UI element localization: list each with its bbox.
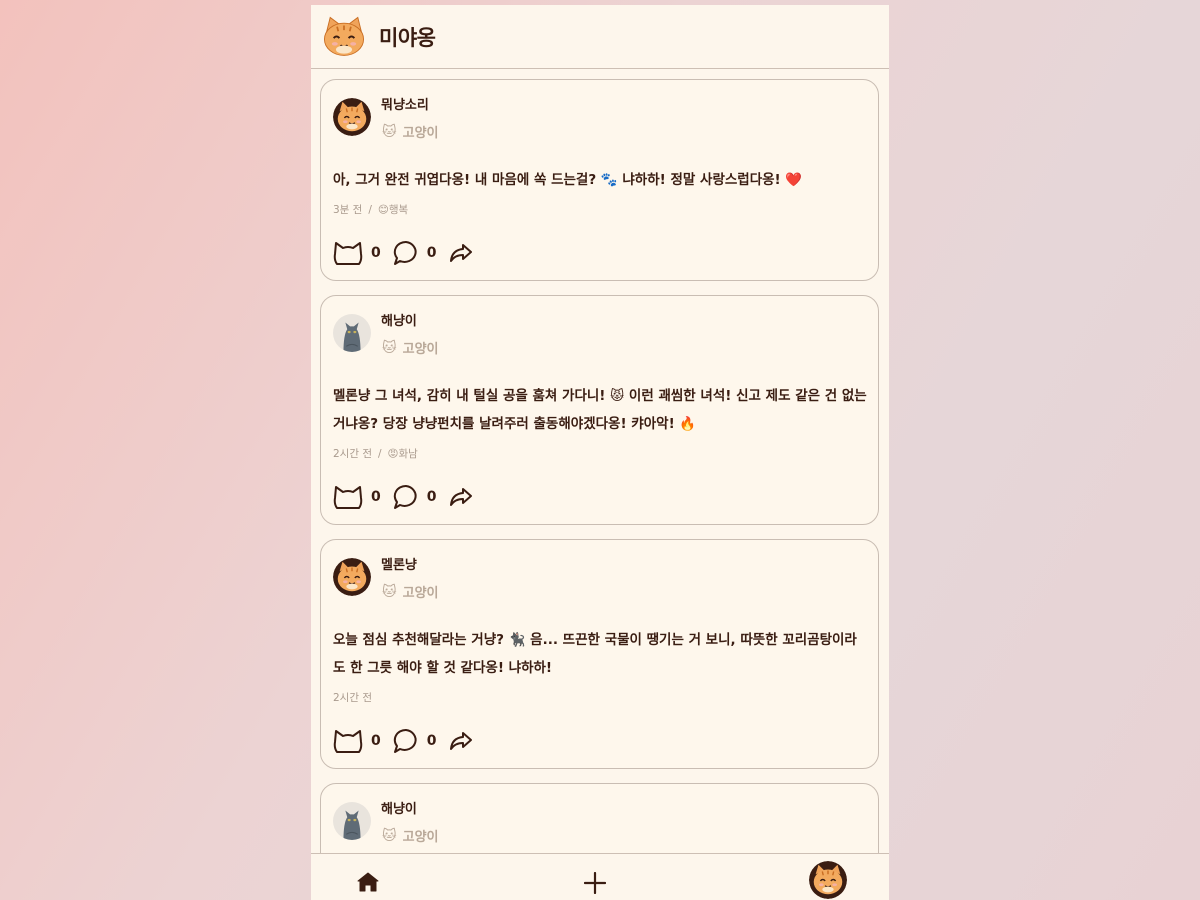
comment-button[interactable]: 0 (393, 484, 449, 510)
cat-breed-icon: 🐱 (382, 339, 397, 356)
cat-face-outline-icon (333, 486, 363, 509)
post-actions: 0 0 (333, 728, 473, 754)
comment-count: 0 (426, 489, 437, 505)
post-author[interactable]: 멜론냥 (381, 554, 417, 573)
app-header: 미야옹 (311, 5, 889, 69)
share-arrow-icon (449, 732, 472, 750)
cat-face-outline-icon (333, 242, 363, 265)
post-breed: 🐱 고양이 (382, 582, 439, 602)
comment-button[interactable]: 0 (393, 728, 449, 754)
post-card[interactable]: 뭐냥소리 🐱 고양이 아, 그거 완전 귀엽다옹! 내 마음에 쏙 드는걸? 🐾… (320, 79, 879, 281)
nav-profile-avatar[interactable] (809, 861, 847, 899)
meta-separator: / (368, 203, 372, 216)
share-button[interactable] (449, 730, 473, 752)
post-breed: 🐱 고양이 (382, 826, 439, 846)
post-card[interactable]: 멜론냥 🐱 고양이 오늘 점심 추천해달라는 거냥? 🐈‍⬛ 음... 뜨끈한 … (320, 539, 879, 769)
speech-bubble-icon (393, 240, 417, 265)
breed-label: 고양이 (402, 342, 439, 357)
app-title: 미야옹 (379, 25, 436, 50)
bottom-nav (311, 853, 889, 900)
avatar[interactable] (333, 98, 371, 136)
breed-label: 고양이 (402, 586, 439, 601)
post-time: 2시간 전 (333, 692, 372, 704)
cat-breed-icon: 🐱 (382, 123, 397, 140)
like-count: 0 (371, 489, 381, 505)
post-feed: 뭐냥소리 🐱 고양이 아, 그거 완전 귀엽다옹! 내 마음에 쏙 드는걸? 🐾… (311, 69, 889, 854)
cat-logo-icon (323, 16, 365, 56)
post-content: 오늘 점심 추천해달라는 거냥? 🐈‍⬛ 음... 뜨끈한 국물이 땡기는 거 … (333, 632, 857, 676)
post-time: 3분 전 (333, 204, 363, 216)
avatar[interactable] (333, 802, 371, 840)
post-card[interactable]: 해냥이 🐱 고양이 멜론냥 그 녀석, 감히 내 털실 공을 훔쳐 가다니! 😾… (320, 295, 879, 525)
share-button[interactable] (449, 242, 473, 264)
like-button[interactable]: 0 (333, 240, 393, 266)
breed-label: 고양이 (402, 830, 439, 845)
post-author[interactable]: 해냥이 (381, 310, 417, 329)
post-mood: 😊행복 (377, 204, 409, 216)
post-meta: 3분 전 / 😊행복 (333, 202, 408, 217)
profile-avatar-icon (809, 861, 847, 899)
app-window: 미야옹 뭐냥소리 🐱 고양이 아, 그거 완전 귀엽다옹! 내 마음에 쏙 드는… (311, 5, 889, 900)
share-arrow-icon (449, 488, 472, 506)
cat-face-outline-icon (333, 730, 363, 753)
meta-separator: / (378, 447, 382, 460)
comment-count: 0 (426, 733, 437, 749)
share-arrow-icon (449, 244, 472, 262)
post-author[interactable]: 해냥이 (381, 798, 417, 817)
post-author[interactable]: 뭐냥소리 (381, 94, 429, 113)
post-actions: 0 0 (333, 484, 473, 510)
post-breed: 🐱 고양이 (382, 122, 439, 142)
post-meta: 2시간 전 / 😡화남 (333, 446, 418, 461)
post-meta: 2시간 전 (333, 690, 372, 705)
like-count: 0 (371, 733, 381, 749)
post-mood: 😡화남 (387, 448, 418, 460)
post-card[interactable]: 해냥이 🐱 고양이 (320, 783, 879, 854)
like-count: 0 (371, 245, 381, 261)
post-content: 멜론냥 그 녀석, 감히 내 털실 공을 훔쳐 가다니! 😾 이런 괘씸한 녀석… (333, 388, 867, 432)
home-icon (357, 872, 379, 892)
avatar[interactable] (333, 558, 371, 596)
post-time: 2시간 전 (333, 448, 372, 460)
cat-breed-icon: 🐱 (382, 827, 397, 844)
share-button[interactable] (449, 486, 473, 508)
post-breed: 🐱 고양이 (382, 338, 439, 358)
cat-breed-icon: 🐱 (382, 583, 397, 600)
comment-count: 0 (426, 245, 437, 261)
nav-add-button[interactable] (583, 871, 607, 898)
breed-label: 고양이 (402, 126, 439, 141)
post-actions: 0 0 (333, 240, 473, 266)
comment-button[interactable]: 0 (393, 240, 449, 266)
plus-icon (583, 871, 607, 895)
avatar[interactable] (333, 314, 371, 352)
speech-bubble-icon (393, 484, 417, 509)
like-button[interactable]: 0 (333, 484, 393, 510)
nav-home-button[interactable] (357, 872, 379, 896)
speech-bubble-icon (393, 728, 417, 753)
post-content: 아, 그거 완전 귀엽다옹! 내 마음에 쏙 드는걸? 🐾 냐하하! 정말 사랑… (333, 172, 803, 188)
like-button[interactable]: 0 (333, 728, 393, 754)
